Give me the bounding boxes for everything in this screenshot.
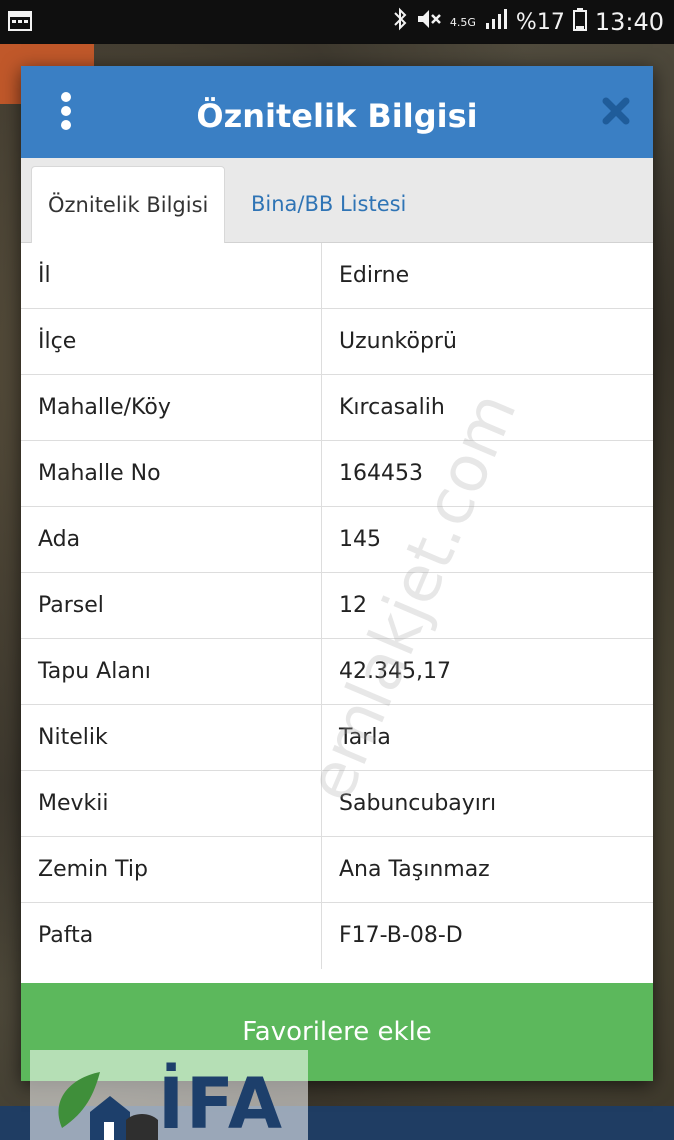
row-value: Ana Taşınmaz [339,857,490,882]
row-value: 164453 [339,461,423,486]
row-key: Pafta [21,903,322,969]
row-value: 42.345,17 [339,659,451,684]
tab-bar: Öznitelik Bilgisi Bina/BB Listesi [21,158,653,243]
bluetooth-icon [392,7,408,37]
row-key: Tapu Alanı [21,639,322,704]
row-value: 145 [339,527,381,552]
clock: 13:40 [594,8,664,36]
dialog-title: Öznitelik Bilgisi [196,97,478,135]
row-value: Edirne [339,263,410,288]
calendar-icon [8,10,32,32]
close-icon[interactable] [599,94,633,128]
attribute-table: İl Edirne İlçe Uzunköprü Mahalle/Köy Kır… [21,243,653,969]
battery-icon [572,7,587,37]
table-row: Zemin Tip Ana Taşınmaz [21,837,653,903]
row-value: Sabuncubayırı [339,791,497,816]
menu-dots-icon[interactable] [55,92,77,132]
table-row: İl Edirne [21,243,653,309]
row-value: Kırcasalih [339,395,445,420]
table-row: Mahalle/Köy Kırcasalih [21,375,653,441]
tab-building-list[interactable]: Bina/BB Listesi [235,166,422,242]
network-type: 4.5G [449,15,476,29]
row-key: Mahalle No [21,441,322,506]
logo-text: İFA [158,1063,285,1140]
table-row: Parsel 12 [21,573,653,639]
row-key: Zemin Tip [21,837,322,902]
tab-attribute-info[interactable]: Öznitelik Bilgisi [31,166,226,243]
status-bar: 4.5G %17 13:40 [0,0,674,44]
mute-icon [416,7,442,37]
row-key: Nitelik [21,705,322,770]
battery-level: %17 [515,9,565,35]
table-row: Nitelik Tarla [21,705,653,771]
table-row: Mahalle No 164453 [21,441,653,507]
table-row: Tapu Alanı 42.345,17 [21,639,653,705]
row-value: Uzunköprü [339,329,457,354]
table-row: İlçe Uzunköprü [21,309,653,375]
row-key: Parsel [21,573,322,638]
attribute-dialog: Öznitelik Bilgisi Öznitelik Bilgisi Bina… [21,66,653,1081]
row-value: F17-B-08-D [339,923,463,948]
row-key: Mahalle/Köy [21,375,322,440]
table-row: Mevkii Sabuncubayırı [21,771,653,837]
row-value: 12 [339,593,367,618]
row-key: Mevkii [21,771,322,836]
signal-icon [484,7,508,37]
table-row: Ada 145 [21,507,653,573]
dialog-header: Öznitelik Bilgisi [21,66,653,158]
row-key: İl [21,243,322,308]
row-key: İlçe [21,309,322,374]
row-key: Ada [21,507,322,572]
logo: İFA [30,1050,308,1140]
row-value: Tarla [339,725,391,750]
table-row: Pafta F17-B-08-D [21,903,653,969]
